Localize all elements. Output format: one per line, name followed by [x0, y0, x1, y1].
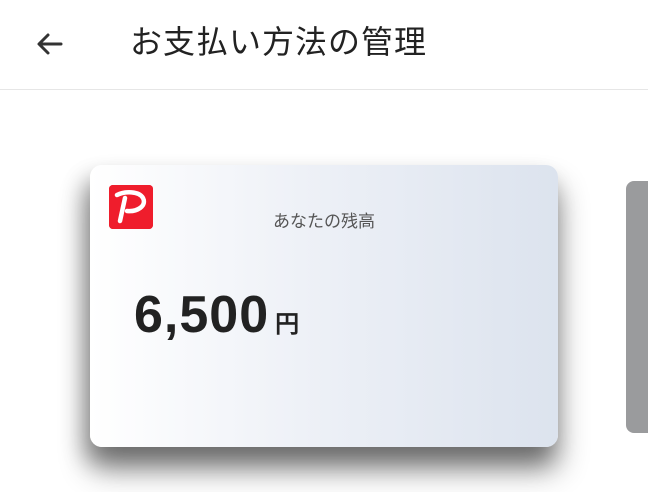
arrow-left-icon — [37, 33, 63, 55]
payment-methods-content: あなたの残高 6,500 円 — [0, 91, 648, 492]
balance-display: 6,500 円 — [134, 285, 299, 345]
back-button[interactable] — [26, 20, 74, 68]
balance-caption: あなたの残高 — [273, 212, 375, 232]
balance-amount: 6,500 — [134, 286, 270, 344]
app-bar: お支払い方法の管理 — [0, 0, 648, 90]
page-title: お支払い方法の管理 — [130, 23, 428, 61]
balance-unit: 円 — [275, 310, 300, 338]
balance-card[interactable]: あなたの残高 6,500 円 — [90, 165, 558, 447]
next-card-peek[interactable] — [626, 181, 648, 433]
